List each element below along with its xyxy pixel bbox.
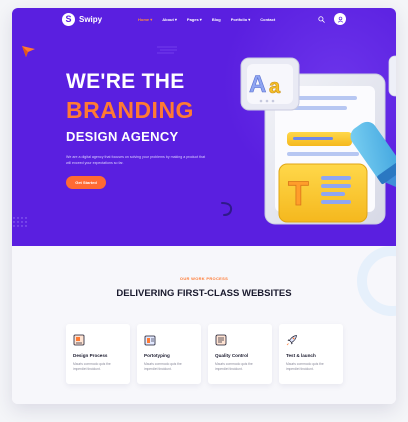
user-icon[interactable]	[334, 13, 346, 25]
logo-text: Swipy	[79, 15, 103, 24]
card-title: Test & launch	[286, 353, 316, 358]
lines-decoration	[157, 46, 177, 54]
get-started-button[interactable]: Get Started	[66, 176, 106, 189]
section-eyebrow: OUR WORK PROCESS	[179, 276, 229, 281]
nav-item-about[interactable]: About ▾	[162, 17, 177, 22]
card-desc: Mauris commodo quis the imperdiet tincid…	[144, 362, 182, 371]
design-process-icon	[73, 334, 85, 346]
nav-item-pages[interactable]: Pages ▾	[187, 17, 202, 22]
process-card-prototyping[interactable]: Portotyping Mauris commodo quis the impe…	[137, 324, 201, 384]
search-icon[interactable]	[318, 16, 325, 23]
hero-heading-line2: BRANDING	[66, 97, 194, 123]
process-card-launch[interactable]: Test & launch Mauris commodo quis the im…	[279, 324, 343, 384]
page-frame: S Swipy Home ▾ About ▾ Pages ▾ Blog Port…	[12, 8, 396, 404]
rocket-icon	[286, 335, 297, 346]
prototyping-icon	[144, 335, 156, 346]
card-title: Design Process	[73, 353, 108, 358]
typography-illustration: A a T	[240, 55, 396, 225]
nav-item-blog[interactable]: Blog	[212, 17, 221, 22]
dots-decoration	[13, 217, 27, 227]
main-menu: Home ▾ About ▾ Pages ▾ Blog Portfolio ▾ …	[138, 17, 275, 22]
quality-control-icon	[215, 334, 227, 346]
hero-intro: We are a digital agency that focuses on …	[66, 155, 206, 165]
kite-decoration-icon	[22, 46, 35, 57]
card-desc: Mauris commodo quis the imperdiet tincid…	[73, 362, 111, 371]
card-title: Portotyping	[144, 353, 170, 358]
hero-heading-line3: DESIGN AGENCY	[66, 129, 179, 144]
card-desc: Mauris commodo quis the imperdiet tincid…	[286, 362, 324, 371]
hero-section: S Swipy Home ▾ About ▾ Pages ▾ Blog Port…	[12, 8, 396, 246]
nav-item-contact[interactable]: Contact	[260, 17, 275, 22]
card-desc: Mauris commodo quis the imperdiet tincid…	[215, 362, 253, 371]
process-card-design[interactable]: Design Process Mauris commodo quis the i…	[66, 324, 130, 384]
glyph-a-large: A	[249, 71, 266, 98]
logo-mark: S	[62, 13, 75, 26]
background-ring-decoration	[357, 246, 396, 316]
hero-heading-line1: WE'RE THE	[66, 70, 185, 93]
glyph-t: T	[288, 175, 309, 213]
logo[interactable]: S Swipy	[62, 13, 102, 26]
glyph-a-small: a	[269, 76, 281, 98]
process-card-quality[interactable]: Quality Control Mauris commodo quis the …	[208, 324, 272, 384]
navbar: S Swipy Home ▾ About ▾ Pages ▾ Blog Port…	[12, 8, 396, 32]
card-title: Quality Control	[215, 353, 249, 358]
work-process-section: OUR WORK PROCESS DELIVERING FIRST-CLASS …	[12, 246, 396, 404]
section-title: DELIVERING FIRST-CLASS WEBSITES	[116, 288, 292, 299]
nav-item-portfolio[interactable]: Portfolio ▾	[231, 17, 251, 22]
nav-item-home[interactable]: Home ▾	[138, 17, 152, 22]
process-cards: Design Process Mauris commodo quis the i…	[66, 324, 343, 384]
